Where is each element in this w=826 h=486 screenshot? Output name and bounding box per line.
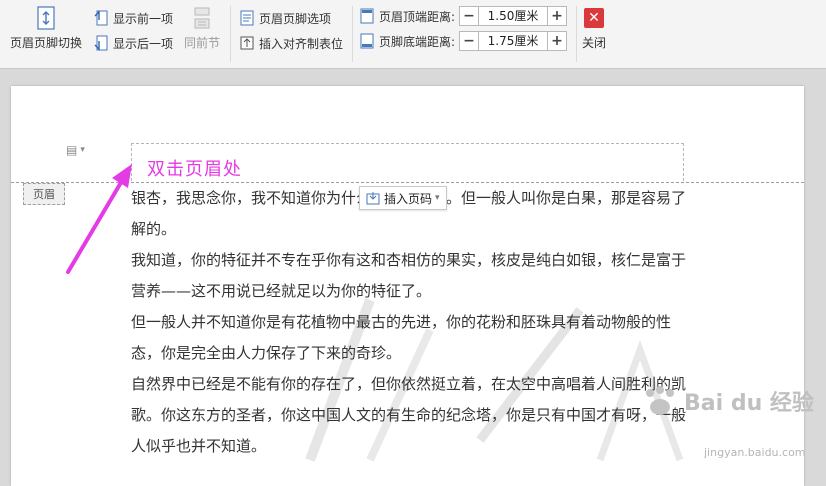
watermark-url: jingyan.baidu.com xyxy=(704,446,806,459)
header-tag: 页眉 xyxy=(23,183,65,205)
footer-bottom-increase-button[interactable]: + xyxy=(547,31,568,51)
footer-bottom-distance-control: 页脚底端距离: − 1.75厘米 + xyxy=(359,31,568,51)
annotation-arrow-icon xyxy=(66,164,132,274)
insert-page-number-label: 插入页码 xyxy=(384,191,433,206)
watermark-brand: Bai du 经验 xyxy=(684,391,814,416)
paragraph: 我知道，你的特征并不专在乎你有这和杏相仿的果实，核皮是纯白如银，核仁是富于营养—… xyxy=(131,251,687,300)
header-top-distance-label: 页眉顶端距离: xyxy=(379,9,456,24)
same-as-previous-icon xyxy=(194,7,210,29)
header-top-increase-button[interactable]: + xyxy=(547,6,568,26)
show-previous-icon xyxy=(94,10,108,26)
same-as-previous-label: 同前节 xyxy=(184,36,221,50)
toolbar-divider xyxy=(576,6,577,62)
show-previous-label: 显示前一项 xyxy=(113,11,174,26)
show-next-label: 显示后一项 xyxy=(113,36,174,51)
header-footer-options-button[interactable]: 页眉页脚选项 xyxy=(239,8,331,28)
header-top-distance-input[interactable]: 1.50厘米 xyxy=(479,6,548,26)
show-next-icon xyxy=(94,35,108,51)
show-previous-button[interactable]: 显示前一项 xyxy=(93,8,173,28)
paw-logo-icon xyxy=(646,386,674,415)
header-top-distance-control: 页眉顶端距离: − 1.50厘米 + xyxy=(359,6,568,26)
show-next-button[interactable]: 显示后一项 xyxy=(93,33,173,53)
annotation-label: 双击页眉处 xyxy=(147,159,242,180)
page-options-icon xyxy=(240,10,254,26)
align-tab-icon xyxy=(240,36,254,50)
paragraph: 自然界中已经是不能有你的存在了，但你依然挺立着，在太空中高唱着人间胜利的凯歌。你… xyxy=(131,375,687,455)
footer-distance-icon xyxy=(360,33,374,49)
footer-bottom-distance-label: 页脚底端距离: xyxy=(379,34,456,49)
header-top-decrease-button[interactable]: − xyxy=(459,6,480,26)
insert-align-tab-label: 插入对齐制表位 xyxy=(259,36,344,51)
watermark-logo: Bai du 经验 xyxy=(640,385,814,417)
close-header-footer-button[interactable]: ✕ 关闭 xyxy=(582,8,606,51)
toolbar-divider xyxy=(230,6,231,62)
close-label: 关闭 xyxy=(582,36,607,50)
header-distance-icon xyxy=(360,8,374,24)
insert-page-number-button[interactable]: 插入页码 ▾ xyxy=(359,186,447,210)
switch-header-footer-icon xyxy=(37,6,55,30)
insert-page-number-icon xyxy=(366,192,380,205)
header-footer-toolbar: 页眉页脚切换 显示前一项 显示后一项 同前节 页眉页脚选项 插入对齐制表位 页眉… xyxy=(0,0,826,69)
header-footer-options-label: 页眉页脚选项 xyxy=(259,11,332,26)
chevron-down-icon: ▾ xyxy=(80,145,85,155)
paragraph: 但一般人并不知道你是有花植物中最古的先进，你的花粉和胚珠具有着动物般的性态，你是… xyxy=(131,313,672,362)
page-icon: ▤ xyxy=(66,143,78,157)
insert-align-tab-button[interactable]: 插入对齐制表位 xyxy=(239,33,343,53)
switch-header-footer-button[interactable]: 页眉页脚切换 xyxy=(10,6,82,51)
toolbar-divider xyxy=(352,6,353,62)
footer-bottom-decrease-button[interactable]: − xyxy=(459,31,480,51)
page-section-menu[interactable]: ▤ ▾ xyxy=(66,143,85,157)
same-as-previous-button[interactable]: 同前节 xyxy=(184,6,220,51)
footer-bottom-distance-input[interactable]: 1.75厘米 xyxy=(479,31,548,51)
document-body[interactable]: 银杏，我思念你，我不知道你为什么又叫公孙树。但一般人叫你是白果，那是容易了解的。… xyxy=(131,183,687,462)
chevron-down-icon: ▾ xyxy=(435,193,440,203)
close-icon: ✕ xyxy=(584,8,604,28)
switch-header-footer-label: 页眉页脚切换 xyxy=(10,36,83,50)
